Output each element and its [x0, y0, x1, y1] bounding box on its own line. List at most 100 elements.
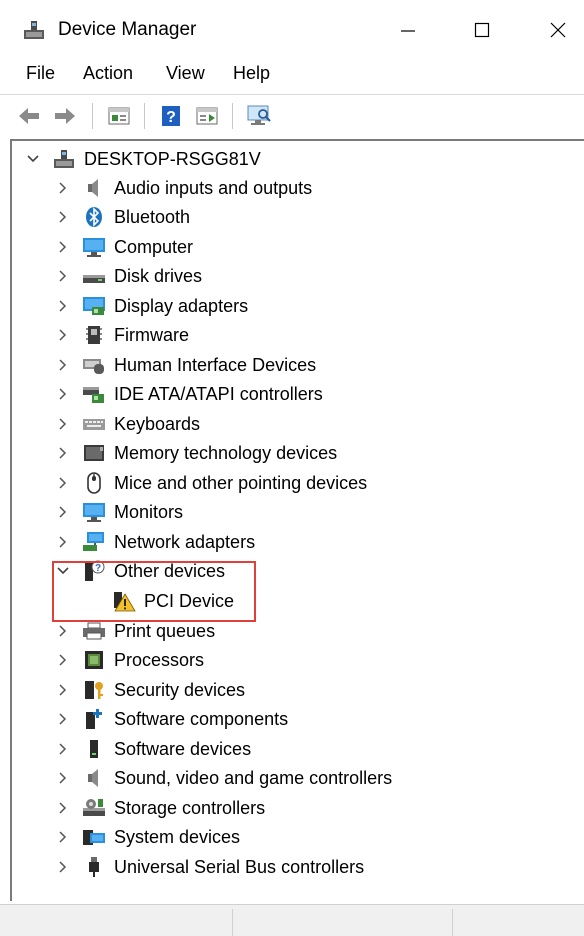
maximize-button[interactable]	[462, 14, 502, 46]
tree-item-label: System devices	[114, 826, 241, 847]
tree-item-monitors[interactable]: Monitors	[56, 498, 183, 526]
back-arrow-icon[interactable]	[16, 103, 42, 129]
menu-view[interactable]: View	[164, 63, 207, 84]
tree-item-bluetooth[interactable]: Bluetooth	[56, 203, 190, 231]
tree-item-hid[interactable]: Human Interface Devices	[56, 351, 316, 379]
tree-item-audio[interactable]: Audio inputs and outputs	[56, 174, 312, 202]
menu-action[interactable]: Action	[81, 63, 135, 84]
tree-item-computer[interactable]: Computer	[56, 233, 193, 261]
chevron-right-icon[interactable]	[56, 298, 70, 314]
tree-item-system-devices[interactable]: System devices	[56, 823, 240, 851]
tree-item-label: Security devices	[114, 679, 246, 700]
tree-item-label: Memory technology devices	[114, 442, 338, 463]
menu-file[interactable]: File	[24, 63, 57, 84]
chevron-right-icon[interactable]	[56, 445, 70, 461]
tree-item-label: Disk drives	[114, 265, 203, 286]
chevron-right-icon[interactable]	[56, 357, 70, 373]
tree-item-label: Audio inputs and outputs	[114, 177, 313, 198]
tree-item-label: IDE ATA/ATAPI controllers	[114, 383, 323, 404]
window-title: Device Manager	[58, 19, 197, 40]
chevron-right-icon[interactable]	[56, 534, 70, 550]
computer-icon	[82, 235, 106, 259]
security-device-icon	[82, 678, 106, 702]
chevron-right-icon[interactable]	[56, 829, 70, 845]
tree-item-security-devices[interactable]: Security devices	[56, 676, 245, 704]
tree-item-label: Bluetooth	[114, 206, 191, 227]
chevron-right-icon[interactable]	[56, 859, 70, 875]
chevron-right-icon[interactable]	[56, 800, 70, 816]
chevron-right-icon[interactable]	[56, 416, 70, 432]
chevron-right-icon[interactable]	[56, 623, 70, 639]
show-hide-tree-icon[interactable]	[106, 103, 132, 129]
chevron-right-icon[interactable]	[56, 504, 70, 520]
svg-text:?: ?	[166, 109, 176, 126]
tree-item-software-devices[interactable]: Software devices	[56, 735, 251, 763]
software-device-icon	[82, 737, 106, 761]
tree-item-label: Processors	[114, 649, 205, 670]
chevron-right-icon[interactable]	[56, 652, 70, 668]
close-button[interactable]	[538, 14, 578, 46]
usb-icon	[82, 855, 106, 879]
chevron-right-icon[interactable]	[56, 386, 70, 402]
device-manager-icon	[22, 18, 46, 42]
tree-item-ide-controllers[interactable]: IDE ATA/ATAPI controllers	[56, 380, 323, 408]
chevron-right-icon[interactable]	[56, 682, 70, 698]
tree-item-processors[interactable]: Processors	[56, 646, 204, 674]
tree-item-mice[interactable]: Mice and other pointing devices	[56, 469, 367, 497]
chevron-right-icon[interactable]	[56, 475, 70, 491]
monitor-icon	[82, 500, 106, 524]
tree-item-label: Display adapters	[114, 295, 249, 316]
chevron-right-icon[interactable]	[56, 239, 70, 255]
menu-bar: File Action View Help	[0, 60, 584, 90]
disk-drive-icon	[82, 264, 106, 288]
tree-item-label: Keyboards	[114, 413, 201, 434]
software-component-icon	[82, 707, 106, 731]
chevron-right-icon[interactable]	[56, 711, 70, 727]
chevron-right-icon[interactable]	[56, 180, 70, 196]
minimize-button[interactable]	[388, 14, 428, 46]
tree-item-disk-drives[interactable]: Disk drives	[56, 262, 202, 290]
chevron-right-icon[interactable]	[56, 741, 70, 757]
tree-item-label: Firmware	[114, 324, 189, 345]
tree-item-sound-controllers[interactable]: Sound, video and game controllers	[56, 764, 392, 792]
status-bar	[0, 904, 584, 936]
tree-item-firmware[interactable]: Firmware	[56, 321, 189, 349]
hid-icon	[82, 353, 106, 377]
bluetooth-icon	[82, 205, 106, 229]
tree-item-software-components[interactable]: Software components	[56, 705, 288, 733]
memory-device-icon	[82, 441, 106, 465]
chevron-right-icon[interactable]	[56, 209, 70, 225]
tree-item-display-adapters[interactable]: Display adapters	[56, 292, 248, 320]
tree-root-label: DESKTOP-RSGG81V	[84, 148, 261, 169]
chevron-down-icon[interactable]	[26, 151, 40, 167]
ide-controller-icon	[82, 382, 106, 406]
chevron-right-icon[interactable]	[56, 770, 70, 786]
tree-root[interactable]: DESKTOP-RSGG81V	[26, 145, 261, 173]
firmware-icon	[82, 323, 106, 347]
computer-root-icon	[52, 147, 76, 171]
keyboard-icon	[82, 412, 106, 436]
tree-item-storage-controllers[interactable]: Storage controllers	[56, 794, 265, 822]
scan-hardware-icon[interactable]	[246, 103, 272, 129]
tree-item-label: Monitors	[114, 501, 184, 522]
tree-item-label: Software components	[114, 708, 289, 729]
storage-controller-icon	[82, 796, 106, 820]
forward-arrow-icon[interactable]	[52, 103, 78, 129]
tree-item-label: Universal Serial Bus controllers	[114, 856, 365, 877]
chevron-right-icon[interactable]	[56, 268, 70, 284]
highlight-box	[52, 561, 256, 622]
tree-item-keyboards[interactable]: Keyboards	[56, 410, 200, 438]
tree-item-network-adapters[interactable]: Network adapters	[56, 528, 255, 556]
tree-item-memory-devices[interactable]: Memory technology devices	[56, 439, 337, 467]
chevron-right-icon[interactable]	[56, 327, 70, 343]
menu-help[interactable]: Help	[231, 63, 272, 84]
properties-icon[interactable]	[194, 103, 220, 129]
tree-item-label: Storage controllers	[114, 797, 266, 818]
help-icon[interactable]: ?	[158, 103, 184, 129]
sound-controller-icon	[82, 766, 106, 790]
printer-icon	[82, 619, 106, 643]
speaker-icon	[82, 176, 106, 200]
tree-item-label: Mice and other pointing devices	[114, 472, 368, 493]
tree-item-label: Software devices	[114, 738, 252, 759]
tree-item-usb-controllers[interactable]: Universal Serial Bus controllers	[56, 853, 364, 881]
